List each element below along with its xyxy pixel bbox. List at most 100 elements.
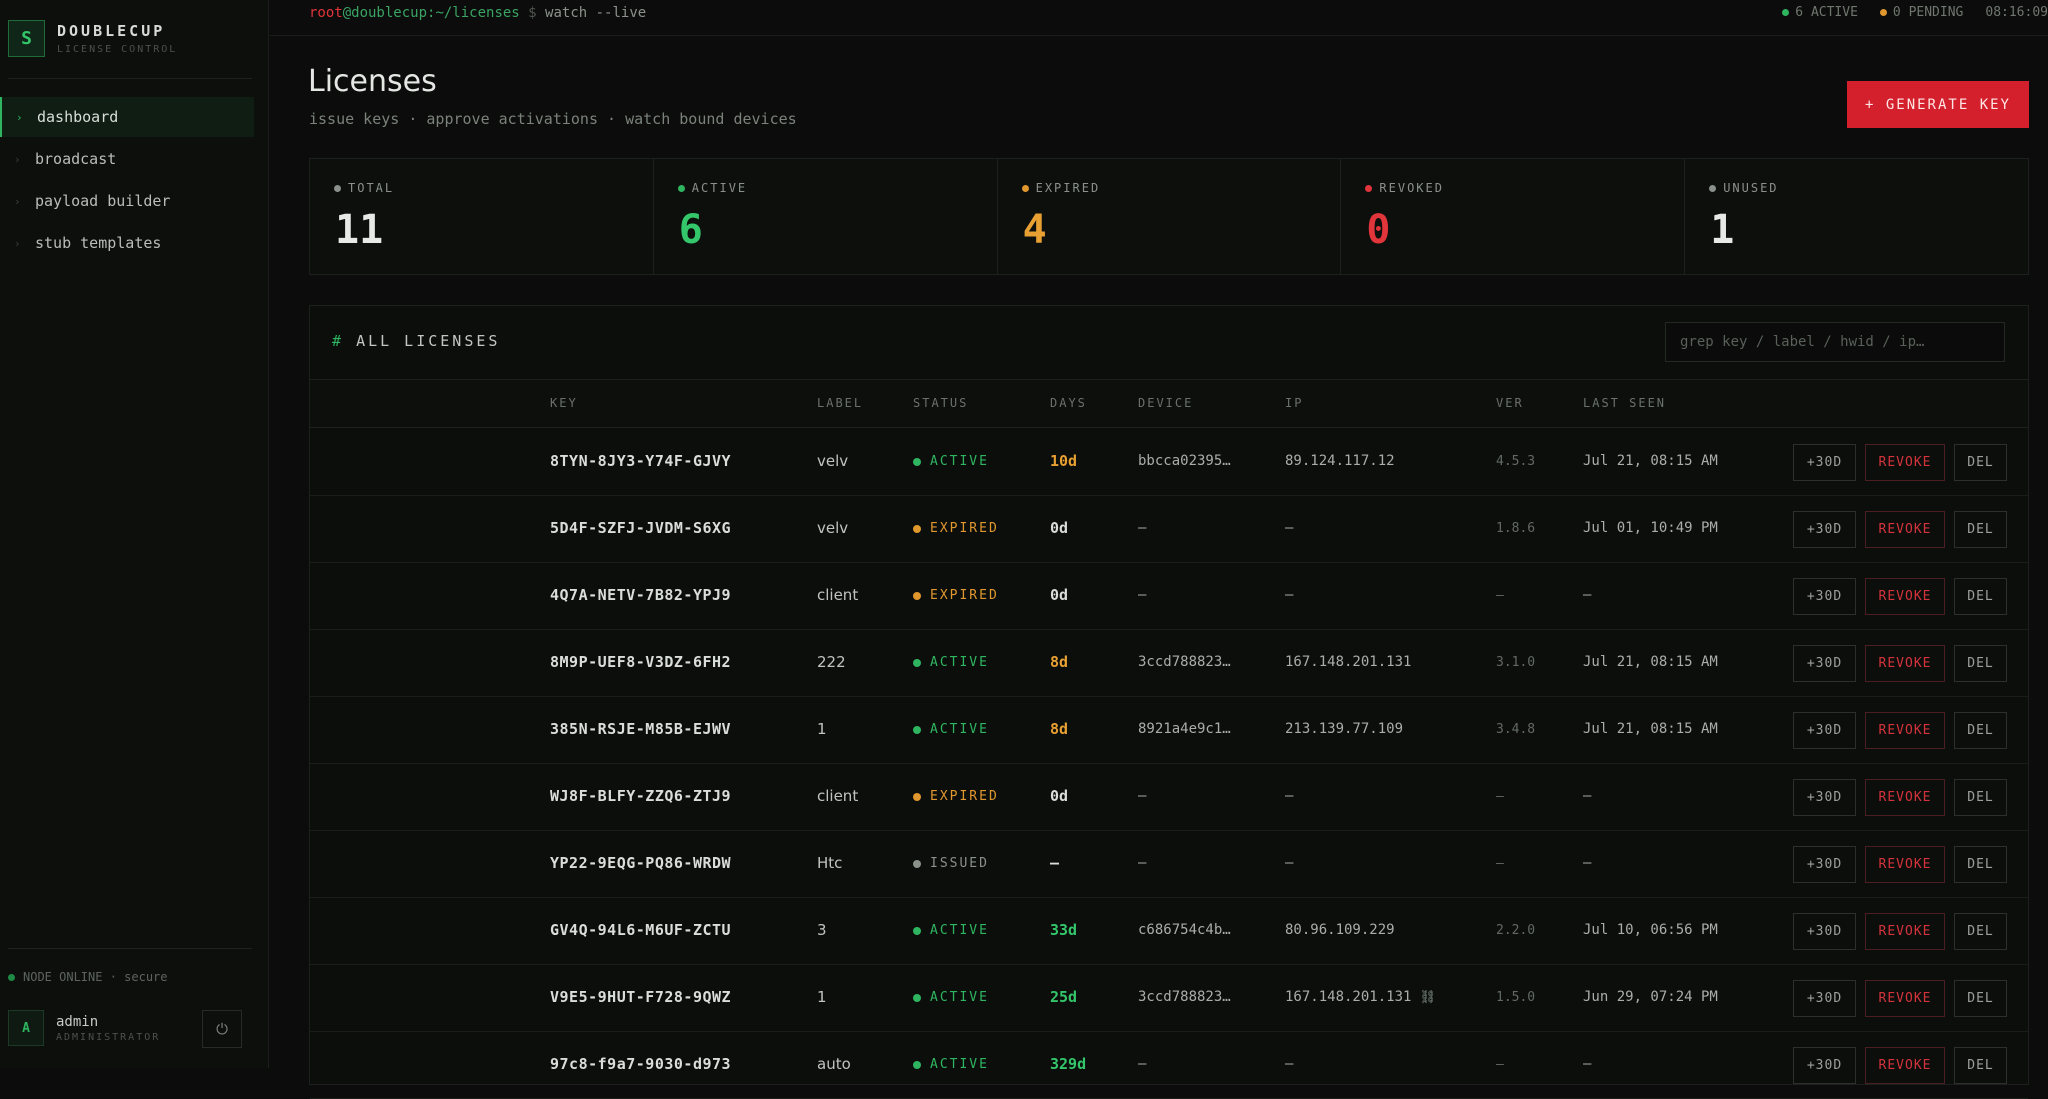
stat-value: 11 [335,207,384,253]
extend-30d-button[interactable]: +30D [1793,1047,1856,1084]
stat-value: 6 [678,207,703,253]
delete-button[interactable]: DEL [1954,578,2007,615]
sidebar-item-dashboard[interactable]: › dashboard [0,97,254,137]
device-id: — [1138,520,1147,536]
sidebar-item-broadcast[interactable]: › broadcast [0,139,254,179]
status-badge: ISSUED [913,856,989,871]
revoke-button[interactable]: REVOKE [1865,712,1945,749]
extend-30d-button[interactable]: +30D [1793,913,1856,950]
license-key: 5D4F-SZFJ-JVDM-S6XG [550,519,732,537]
delete-button[interactable]: DEL [1954,779,2007,816]
node-status-text: NODE ONLINE · secure [23,970,168,984]
stat-label: REVOKED [1365,181,1444,195]
delete-button[interactable]: DEL [1954,846,2007,883]
revoke-button[interactable]: REVOKE [1865,846,1945,883]
device-id: bbcca02395… [1138,453,1231,469]
sidebar: S DOUBLECUP LICENSE CONTROL › dashboard … [0,0,269,1068]
logout-button[interactable]: ⏻ [202,1010,242,1048]
delete-button[interactable]: DEL [1954,511,2007,548]
revoke-button[interactable]: REVOKE [1865,645,1945,682]
delete-button[interactable]: DEL [1954,913,2007,950]
generate-key-button[interactable]: + GENERATE KEY [1847,81,2029,128]
revoke-button[interactable]: REVOKE [1865,1047,1945,1084]
row-actions: +30D REVOKE DEL [1793,645,2016,682]
table-row[interactable]: GV4Q-94L6-M6UF-ZCTU 3 ACTIVE 33d c686754c4b…… [310,898,2028,965]
status-badge: ACTIVE [913,923,989,938]
stat-card-revoked: REVOKED 0 [1341,159,1686,274]
version: 1.8.6 [1496,521,1536,536]
license-key: 97c8-f9a7-9030-d973 [550,1055,732,1073]
version: 3.1.0 [1496,655,1536,670]
row-actions: +30D REVOKE DEL [1793,779,2016,816]
extend-30d-button[interactable]: +30D [1793,779,1856,816]
license-key: 4Q7A-NETV-7B82-YPJ9 [550,586,732,604]
sidebar-item-label: stub templates [35,234,162,252]
revoke-button[interactable]: REVOKE [1865,779,1945,816]
header-label[interactable]: LABEL [817,396,863,410]
search-input[interactable] [1665,322,2005,362]
days-remaining: 10d [1050,452,1078,470]
table-row[interactable]: V9E5-9HUT-F728-9QWZ 1 ACTIVE 25d 3ccd788823…… [310,965,2028,1032]
table-row[interactable]: 8M9P-UEF8-V3DZ-6FH2 222 ACTIVE 8d 3ccd788823… [310,630,2028,697]
stat-card-unused: UNUSED 1 [1685,159,2028,274]
user-role: ADMINISTRATOR [56,1031,161,1043]
sidebar-item-stub-templates[interactable]: › stub templates [0,223,254,263]
license-key: 8TYN-8JY3-Y74F-GJVY [550,452,732,470]
header-days[interactable]: DAYS [1050,396,1087,410]
delete-button[interactable]: DEL [1954,712,2007,749]
ip-address: — [1285,587,1294,603]
header-key[interactable]: KEY [550,396,578,410]
table-row[interactable]: 97c8-f9a7-9030-d973 auto ACTIVE 329d — — — — +30… [310,1032,2028,1099]
table-row[interactable]: 5D4F-SZFJ-JVDM-S6XG velv EXPIRED 0d — — 1.8.6 J… [310,496,2028,563]
status-dot-icon [913,926,921,935]
device-id: 3ccd788823… [1138,989,1231,1005]
extend-30d-button[interactable]: +30D [1793,712,1856,749]
table-row[interactable]: 4Q7A-NETV-7B82-YPJ9 client EXPIRED 0d — — — — +3… [310,563,2028,630]
days-remaining: 25d [1050,988,1078,1006]
status-badge: ACTIVE [913,454,989,469]
extend-30d-button[interactable]: +30D [1793,645,1856,682]
extend-30d-button[interactable]: +30D [1793,846,1856,883]
delete-button[interactable]: DEL [1954,980,2007,1017]
license-label: velv [817,519,849,537]
header-ip[interactable]: IP [1285,396,1303,410]
table-row[interactable]: YP22-9EQG-PQ86-WRDW Htc ISSUED — — — — — +30D REV… [310,831,2028,898]
table-header: KEY LABEL STATUS DAYS DEVICE IP VER LAST… [310,379,2028,428]
header-status[interactable]: STATUS [913,396,968,410]
last-seen: Jul 10, 06:56 PM [1583,922,1718,938]
row-actions: +30D REVOKE DEL [1793,913,2016,950]
sidebar-divider [8,78,252,79]
extend-30d-button[interactable]: +30D [1793,578,1856,615]
revoke-button[interactable]: REVOKE [1865,980,1945,1017]
stats-bar: TOTAL 11 ACTIVE 6 EXPIRED 4 REVOKED 0 UNUSED 1 [309,158,2029,275]
chevron-right-icon: › [16,110,23,124]
stat-label: TOTAL [334,181,394,195]
delete-button[interactable]: DEL [1954,1047,2007,1084]
revoke-button[interactable]: REVOKE [1865,578,1945,615]
table-row[interactable]: 385N-RSJE-M85B-EJWV 1 ACTIVE 8d 8921a4e9c1… 2… [310,697,2028,764]
table-row[interactable]: 8TYN-8JY3-Y74F-GJVY velv ACTIVE 10d bbcca023… [310,429,2028,496]
table-row[interactable]: WJ8F-BLFY-ZZQ6-ZTJ9 client EXPIRED 0d — — — — +3… [310,764,2028,831]
last-seen: — [1583,1056,1592,1072]
delete-button[interactable]: DEL [1954,444,2007,481]
extend-30d-button[interactable]: +30D [1793,511,1856,548]
header-device[interactable]: DEVICE [1138,396,1193,410]
header-last-seen[interactable]: LAST SEEN [1583,396,1666,410]
row-actions: +30D REVOKE DEL [1793,1047,2016,1084]
header-ver[interactable]: VER [1496,396,1524,410]
extend-30d-button[interactable]: +30D [1793,444,1856,481]
sidebar-item-payload-builder[interactable]: › payload builder [0,181,254,221]
status-dot-icon [913,524,921,533]
extend-30d-button[interactable]: +30D [1793,980,1856,1017]
device-id: — [1138,1056,1147,1072]
revoke-button[interactable]: REVOKE [1865,511,1945,548]
delete-button[interactable]: DEL [1954,645,2007,682]
status-badge: ACTIVE [913,1057,989,1072]
status-badge: EXPIRED [913,588,999,603]
revoke-button[interactable]: REVOKE [1865,913,1945,950]
last-seen: — [1583,855,1592,871]
days-remaining: 33d [1050,921,1078,939]
status-badge: ACTIVE [913,655,989,670]
version: 4.5.3 [1496,454,1536,469]
revoke-button[interactable]: REVOKE [1865,444,1945,481]
